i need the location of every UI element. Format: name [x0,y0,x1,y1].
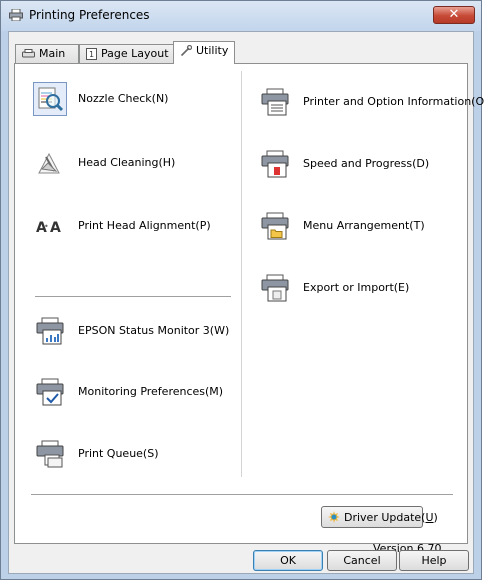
export-import-icon [261,274,289,302]
help-button[interactable]: Help [399,550,469,571]
speed-progress-label: Speed and Progress(D) [303,157,430,170]
nozzle-check-icon [38,87,64,112]
print-queue-icon [36,440,64,468]
bottom-divider [31,494,453,495]
monitoring-preferences-label: Monitoring Preferences(M) [78,385,224,398]
section-divider [35,296,231,297]
column-divider [241,71,242,477]
svg-text:•: • [44,222,49,231]
tab-main[interactable]: Main [15,44,79,63]
close-icon: ✕ [448,7,460,22]
menu-arrangement-label: Menu Arrangement(T) [303,219,425,232]
status-monitor-icon [36,317,64,345]
menu-arrangement-icon [261,212,289,240]
tab-main-label: Main [39,47,66,60]
driver-update-label: Driver Update(U) [344,511,438,524]
svg-text:1: 1 [89,50,94,59]
window-title: Printing Preferences [29,8,150,22]
status-monitor-label: EPSON Status Monitor 3(W) [78,324,230,337]
page-layout-icon: 1 [86,48,97,60]
printer-icon [22,49,35,58]
driver-update-button[interactable]: Driver Update(U) [321,506,438,528]
printer-info-icon [261,88,289,116]
head-cleaning-label: Head Cleaning(H) [78,156,176,169]
print-head-alignment-icon: A • A [36,220,61,236]
wrench-icon [180,45,192,57]
printer-icon [9,9,23,21]
svg-text:A: A [50,220,61,236]
title-bar[interactable]: Printing Preferences ✕ [1,1,481,31]
tab-page-layout[interactable]: 1 Page Layout [79,44,174,63]
print-head-alignment-label: Print Head Alignment(P) [78,219,211,232]
head-cleaning-icon [38,152,60,174]
utility-panel: Nozzle Check(N) Head Cleaning(H) A • A P… [14,63,484,555]
tab-utility-label: Utility [196,44,229,57]
cancel-button[interactable]: Cancel [327,550,397,571]
tab-utility[interactable]: Utility [173,41,235,64]
update-icon [328,511,340,523]
printing-preferences-window: Printing Preferences ✕ Main 1 Page Layou… [0,0,484,580]
ok-button[interactable]: OK [253,550,323,571]
close-button[interactable]: ✕ [433,6,475,24]
monitoring-preferences-icon [36,378,64,406]
nozzle-check-label: Nozzle Check(N) [78,92,169,105]
printer-info-label: Printer and Option Information(O) [303,95,484,108]
print-queue-label: Print Queue(S) [78,447,159,460]
export-import-label: Export or Import(E) [303,281,410,294]
speed-progress-icon [261,150,289,178]
tab-page-layout-label: Page Layout [101,47,169,60]
dialog-body: Main 1 Page Layout Utility Nozzle Check(… [8,31,484,574]
